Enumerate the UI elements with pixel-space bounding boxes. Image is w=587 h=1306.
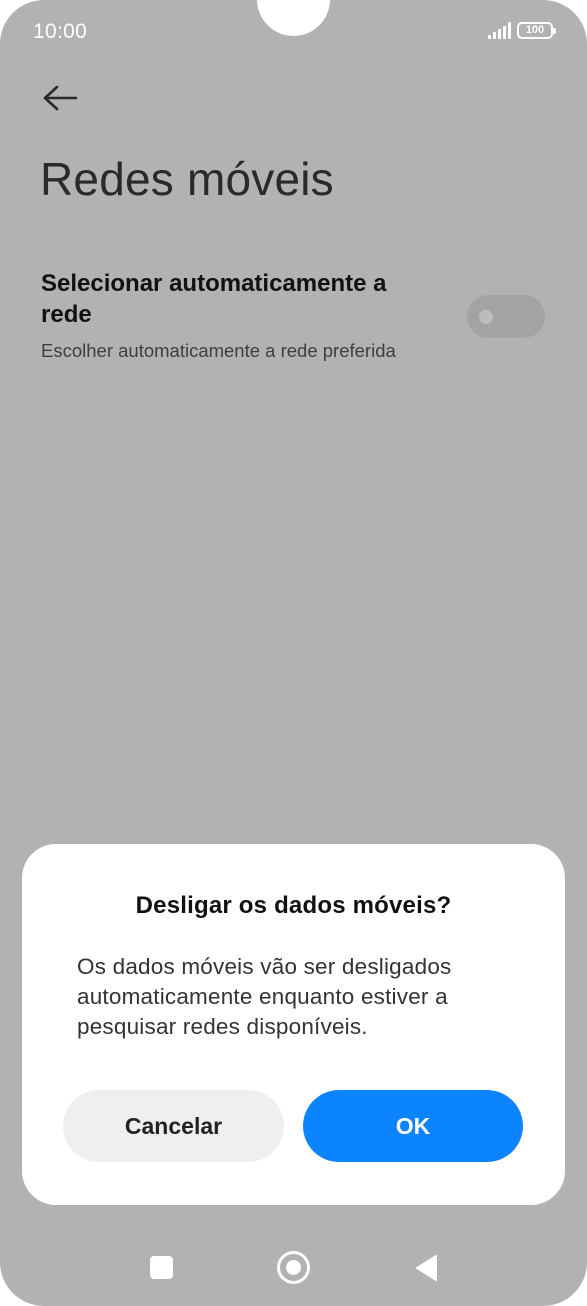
- setting-title: Selecionar automaticamente a rede: [41, 270, 387, 328]
- page-title: Redes móveis: [40, 153, 334, 205]
- auto-select-toggle[interactable]: [467, 295, 545, 338]
- turn-off-mobile-data-dialog: Desligar os dados móveis? Os dados móvei…: [22, 844, 565, 1205]
- signal-icon: [488, 22, 511, 39]
- status-time: 10:00: [33, 20, 88, 43]
- recents-square-icon[interactable]: [150, 1256, 173, 1279]
- auto-select-network-row[interactable]: Selecionar automaticamente a rede Escolh…: [41, 268, 546, 368]
- back-arrow-icon[interactable]: [40, 82, 80, 114]
- back-triangle-icon[interactable]: [414, 1254, 438, 1282]
- status-icons: 100: [488, 22, 556, 39]
- phone-screen: 10:00 100 Redes móveis Selecionar automa…: [0, 0, 587, 1306]
- dialog-title: Desligar os dados móveis?: [135, 892, 452, 919]
- toggle-knob: [479, 310, 493, 324]
- dialog-message: Os dados móveis vão ser desligados autom…: [77, 954, 452, 1039]
- home-circle-icon[interactable]: [277, 1251, 310, 1284]
- cancel-button[interactable]: Cancelar: [63, 1090, 284, 1162]
- battery-icon: 100: [517, 22, 556, 39]
- ok-button[interactable]: OK: [303, 1090, 523, 1162]
- setting-subtitle: Escolher automaticamente a rede preferid…: [41, 340, 396, 361]
- camera-notch: [257, 0, 330, 36]
